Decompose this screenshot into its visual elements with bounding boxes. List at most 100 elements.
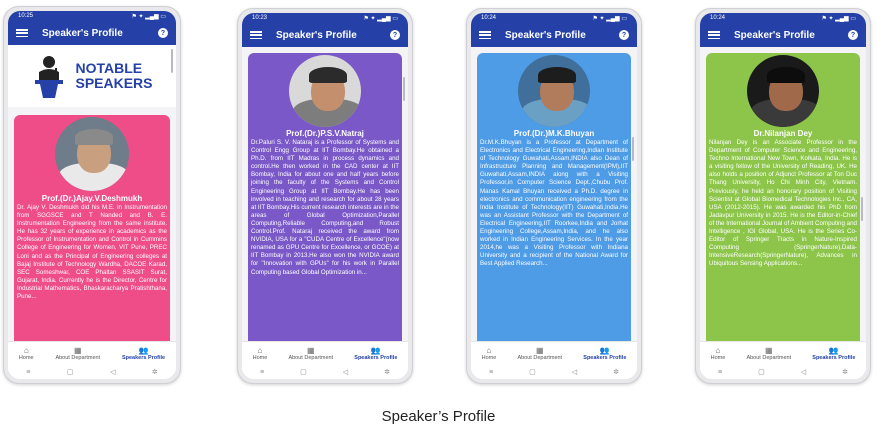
hamburger-icon[interactable] — [250, 31, 262, 39]
bottom-navigation: ⌂ Home ▦ About Department 👥 Speakers Profil… — [8, 341, 176, 365]
building-icon: ▦ — [73, 346, 82, 355]
scrollbar[interactable] — [403, 77, 405, 101]
speaker-card[interactable]: Prof.(Dr.)P.S.V.Natraj Dr.Paluri S. V. N… — [248, 53, 402, 341]
nav-home-label: Home — [252, 355, 268, 361]
people-icon: 👥 — [370, 346, 381, 355]
home-icon: ⌂ — [257, 346, 263, 355]
nav-about-label: About Department — [55, 355, 101, 361]
home-square-icon[interactable]: ▢ — [529, 368, 536, 376]
scrollbar[interactable] — [632, 137, 634, 161]
nav-about-label: About Department — [517, 355, 563, 361]
recents-icon[interactable]: ≡ — [718, 369, 722, 376]
back-icon[interactable]: ◁ — [110, 368, 115, 376]
status-bar: 10:24 ⚑ ✦ ▂▄▆ ▭ — [700, 13, 866, 23]
status-time: 10:24 — [481, 15, 497, 21]
home-square-icon[interactable]: ▢ — [758, 368, 765, 376]
hamburger-icon[interactable] — [479, 31, 491, 39]
back-icon[interactable]: ◁ — [801, 368, 806, 376]
recents-icon[interactable]: ≡ — [26, 369, 30, 376]
hamburger-icon[interactable] — [708, 31, 720, 39]
nav-home[interactable]: ⌂ Home — [482, 346, 497, 361]
home-icon: ⌂ — [715, 346, 721, 355]
content[interactable]: NOTABLE SPEAKERS Prof.(Dr.)Ajay.V.Deshmu… — [8, 45, 176, 341]
speaker-card[interactable]: Prof.(Dr.)Ajay.V.Deshmukh Dr. Ajay V. De… — [14, 115, 170, 341]
screen: 10:24 ⚑ ✦ ▂▄▆ ▭ Speaker's Profile ? Prof… — [471, 13, 637, 379]
speaker-photo — [518, 55, 590, 127]
nav-speakers-profile[interactable]: 👥 Speakers Profile — [812, 346, 855, 361]
accessibility-icon[interactable]: ✲ — [384, 368, 390, 376]
status-icons: ⚑ ✦ ▂▄▆ ▭ — [131, 13, 166, 20]
nav-about-department[interactable]: ▦ About Department — [746, 346, 791, 361]
system-navigation: ≡ ▢ ◁ ✲ — [700, 365, 866, 379]
question-circle-icon[interactable]: ? — [848, 30, 858, 40]
accessibility-icon[interactable]: ✲ — [152, 368, 158, 376]
nav-speakers-profile[interactable]: 👥 Speakers Profile — [354, 346, 397, 361]
scrollbar[interactable] — [861, 197, 863, 221]
nav-home[interactable]: ⌂ Home — [711, 346, 726, 361]
speaker-card[interactable]: Dr.Nilanjan Dey Nilanjan Dey is an Assoc… — [706, 53, 860, 341]
app-bar: Speaker's Profile ? — [471, 23, 637, 47]
scrollbar[interactable] — [171, 49, 173, 73]
hamburger-icon[interactable] — [16, 29, 28, 37]
question-circle-icon[interactable]: ? — [619, 30, 629, 40]
speaker-bio: Dr.M.K.Bhuyan is a Professor at Departme… — [480, 139, 628, 268]
nav-speakers-label: Speakers Profile — [121, 355, 166, 361]
screen: 10:23 ⚑ ✦ ▂▄▆ ▭ Speaker's Profile ? Prof… — [242, 13, 408, 379]
speaker-photo — [747, 55, 819, 127]
home-square-icon[interactable]: ▢ — [67, 368, 74, 376]
notable-speakers-banner: NOTABLE SPEAKERS — [8, 45, 176, 107]
nav-home-label: Home — [710, 355, 726, 361]
app-title: Speaker's Profile — [276, 29, 357, 41]
nav-speakers-profile[interactable]: 👥 Speakers Profile — [122, 346, 165, 361]
recents-icon[interactable]: ≡ — [260, 369, 264, 376]
content[interactable]: Prof.(Dr.)M.K.Bhuyan Dr.M.K.Bhuyan is a … — [471, 47, 637, 341]
nav-about-department[interactable]: ▦ About Department — [55, 346, 100, 361]
phone-1: 10:25 ⚑ ✦ ▂▄▆ ▭ Speaker's Profile ? NOTA… — [3, 6, 181, 384]
nav-about-department[interactable]: ▦ About Department — [517, 346, 562, 361]
notable-line-2: SPEAKERS — [75, 75, 153, 91]
speaker-name: Prof.(Dr.)Ajay.V.Deshmukh — [41, 194, 143, 203]
status-bar: 10:25 ⚑ ✦ ▂▄▆ ▭ — [8, 11, 176, 21]
nav-speakers-label: Speakers Profile — [583, 355, 627, 361]
screen: 10:24 ⚑ ✦ ▂▄▆ ▭ Speaker's Profile ? Dr.N… — [700, 13, 866, 379]
speaker-bio: Dr. Ajay V. Deshmukh did his M.E. in Ins… — [17, 204, 167, 301]
nav-speakers-profile[interactable]: 👥 Speakers Profile — [583, 346, 626, 361]
status-bar: 10:23 ⚑ ✦ ▂▄▆ ▭ — [242, 13, 408, 23]
status-icons: ⚑ ✦ ▂▄▆ ▭ — [363, 15, 398, 22]
accessibility-icon[interactable]: ✲ — [613, 368, 619, 376]
nav-about-department[interactable]: ▦ About Department — [288, 346, 333, 361]
back-icon[interactable]: ◁ — [343, 368, 348, 376]
home-square-icon[interactable]: ▢ — [300, 368, 307, 376]
app-bar: Speaker's Profile ? — [8, 21, 176, 45]
nav-about-label: About Department — [288, 355, 334, 361]
speaker-photo — [289, 55, 361, 127]
status-icons: ⚑ ✦ ▂▄▆ ▭ — [821, 15, 856, 22]
home-icon: ⌂ — [486, 346, 492, 355]
speaker-card[interactable]: Prof.(Dr.)M.K.Bhuyan Dr.M.K.Bhuyan is a … — [477, 53, 631, 341]
back-icon[interactable]: ◁ — [572, 368, 577, 376]
building-icon: ▦ — [535, 346, 544, 355]
accessibility-icon[interactable]: ✲ — [842, 368, 848, 376]
bottom-navigation: ⌂ Home ▦ About Department 👥 Speakers Profil… — [471, 341, 637, 365]
content[interactable]: Prof.(Dr.)P.S.V.Natraj Dr.Paluri S. V. N… — [242, 47, 408, 341]
bottom-navigation: ⌂ Home ▦ About Department 👥 Speakers Profil… — [700, 341, 866, 365]
speaker-podium-icon — [35, 56, 64, 98]
recents-icon[interactable]: ≡ — [489, 369, 493, 376]
system-navigation: ≡ ▢ ◁ ✲ — [242, 365, 408, 379]
nav-about-label: About Department — [746, 355, 792, 361]
content[interactable]: Dr.Nilanjan Dey Nilanjan Dey is an Assoc… — [700, 47, 866, 341]
people-icon: 👥 — [138, 346, 149, 355]
nav-home[interactable]: ⌂ Home — [19, 346, 34, 361]
question-circle-icon[interactable]: ? — [390, 30, 400, 40]
question-circle-icon[interactable]: ? — [158, 28, 168, 38]
people-icon: 👥 — [828, 346, 839, 355]
app-title: Speaker's Profile — [42, 27, 123, 39]
nav-speakers-label: Speakers Profile — [812, 355, 856, 361]
nav-home[interactable]: ⌂ Home — [253, 346, 268, 361]
app-title: Speaker's Profile — [734, 29, 815, 41]
speaker-name: Prof.(Dr.)P.S.V.Natraj — [286, 129, 364, 138]
status-icons: ⚑ ✦ ▂▄▆ ▭ — [592, 15, 627, 22]
building-icon: ▦ — [764, 346, 773, 355]
status-time: 10:24 — [710, 15, 726, 21]
people-icon: 👥 — [599, 346, 610, 355]
